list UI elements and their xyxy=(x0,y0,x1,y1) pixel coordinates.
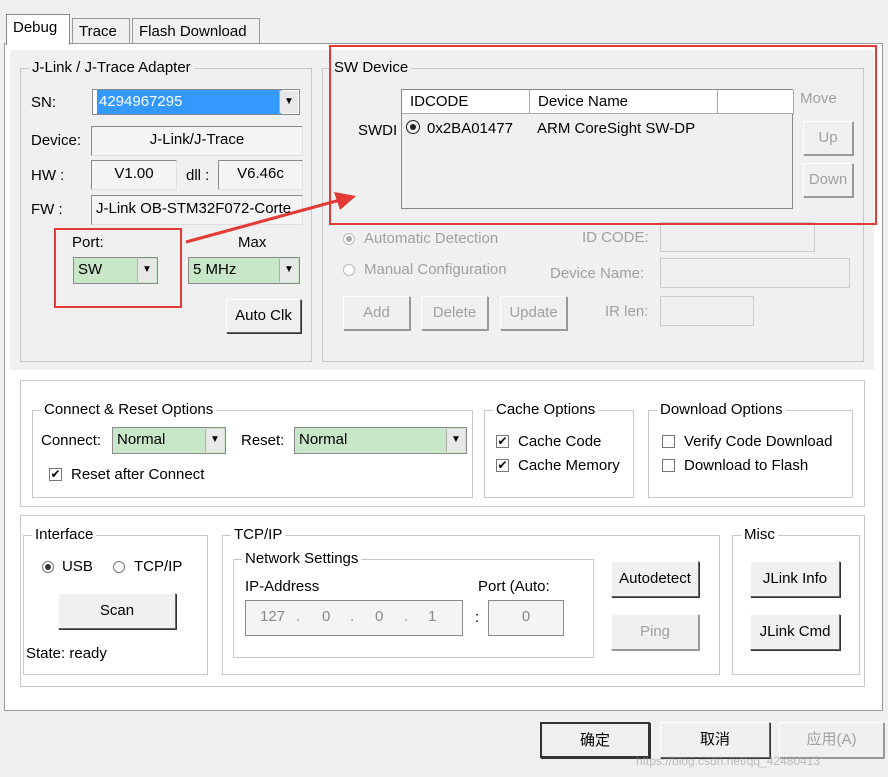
device-name-label: Device Name: xyxy=(550,265,645,282)
cache-code-label: Cache Code xyxy=(518,433,602,450)
ir-len-label: IR len: xyxy=(605,303,649,320)
download-options-group: Download Options xyxy=(648,401,853,498)
delete-button[interactable]: Delete xyxy=(421,296,488,330)
update-button[interactable]: Update xyxy=(500,296,567,330)
ping-button[interactable]: Ping xyxy=(611,614,699,650)
reset-label: Reset: xyxy=(241,432,285,449)
watermark: https://blog.csdn.net/qq_42480413 xyxy=(636,754,821,768)
reset-after-connect-checkbox[interactable]: ✔ xyxy=(49,468,62,481)
network-settings-title: Network Settings xyxy=(242,550,362,568)
add-button[interactable]: Add xyxy=(343,296,410,330)
port-separator: : xyxy=(475,609,480,626)
device-field: J-Link/J-Trace xyxy=(91,126,303,156)
usb-label: USB xyxy=(62,558,93,575)
ip-octet-4: 1 xyxy=(428,608,437,625)
highlight-arrow-icon xyxy=(185,192,356,244)
auto-clk-button[interactable]: Auto Clk xyxy=(226,299,301,333)
autodetect-button[interactable]: Autodetect xyxy=(611,561,699,597)
hw-field: V1.00 xyxy=(91,160,177,190)
sn-select[interactable]: 4294967295 ▼ xyxy=(92,89,300,115)
scan-button[interactable]: Scan xyxy=(58,593,176,629)
reset-select[interactable]: Normal ▼ xyxy=(294,427,467,454)
id-code-input[interactable] xyxy=(660,222,815,252)
id-code-label: ID CODE: xyxy=(582,229,649,246)
tab-debug[interactable]: Debug xyxy=(6,14,70,45)
port-input[interactable]: 0 xyxy=(488,600,564,636)
chevron-down-icon: ▼ xyxy=(279,259,298,282)
chevron-down-icon: ▼ xyxy=(205,429,224,452)
ip-octet-1: 127 xyxy=(260,608,286,625)
reset-after-connect-label: Reset after Connect xyxy=(71,466,205,483)
tcpip-label: TCP/IP xyxy=(134,558,183,575)
jlink-cmd-button[interactable]: JLink Cmd xyxy=(750,614,840,650)
tcpip-radio[interactable] xyxy=(113,561,125,573)
dll-label: dll : xyxy=(186,167,210,184)
ok-button[interactable]: 确定 xyxy=(540,722,650,758)
cache-code-checkbox[interactable]: ✔ xyxy=(496,435,509,448)
ip-dot: . xyxy=(296,608,301,625)
download-to-flash-checkbox[interactable] xyxy=(662,459,675,472)
highlight-sw-device-box xyxy=(329,45,877,225)
chevron-down-icon: ▼ xyxy=(279,91,298,113)
usb-radio[interactable] xyxy=(42,561,54,573)
max-clock-value: 5 MHz xyxy=(193,261,237,278)
interface-title: Interface xyxy=(32,526,97,544)
fw-label: FW : xyxy=(31,201,63,218)
hw-label: HW : xyxy=(31,167,65,184)
sn-label: SN: xyxy=(31,94,57,111)
highlight-port-box xyxy=(54,228,182,308)
reset-value: Normal xyxy=(299,431,348,448)
state-label: State: ready xyxy=(26,645,107,662)
device-name-input[interactable] xyxy=(660,258,850,288)
automatic-detection-label: Automatic Detection xyxy=(364,230,499,247)
chevron-down-icon: ▼ xyxy=(446,429,465,452)
cache-options-title: Cache Options xyxy=(493,401,599,419)
port-auto-label: Port (Auto: xyxy=(478,578,550,595)
ip-dot: . xyxy=(350,608,355,625)
connect-reset-title: Connect & Reset Options xyxy=(41,401,217,419)
verify-code-download-label: Verify Code Download xyxy=(684,433,833,450)
cache-memory-label: Cache Memory xyxy=(518,457,620,474)
ip-octet-3: 0 xyxy=(375,608,384,625)
verify-code-download-checkbox[interactable] xyxy=(662,435,675,448)
dll-field: V6.46c xyxy=(218,160,303,190)
ip-dot: . xyxy=(404,608,409,625)
connect-select[interactable]: Normal ▼ xyxy=(112,427,226,454)
jlink-info-button[interactable]: JLink Info xyxy=(750,561,840,597)
ir-len-input[interactable] xyxy=(660,296,754,326)
manual-configuration-label: Manual Configuration xyxy=(364,261,507,278)
tcpip-title: TCP/IP xyxy=(231,526,286,544)
connect-reset-group: Connect & Reset Options xyxy=(32,401,473,498)
device-label: Device: xyxy=(31,132,82,149)
download-options-title: Download Options xyxy=(657,401,786,419)
connect-value: Normal xyxy=(117,431,166,448)
ip-address-input[interactable]: 127 . 0 . 0 . 1 xyxy=(245,600,463,636)
connect-label: Connect: xyxy=(41,432,102,449)
max-clock-select[interactable]: 5 MHz ▼ xyxy=(188,257,300,284)
ip-address-label: IP-Address xyxy=(245,578,320,595)
sn-value: 4294967295 xyxy=(97,90,281,114)
ip-octet-2: 0 xyxy=(322,608,331,625)
tab-flash-download[interactable]: Flash Download xyxy=(132,18,260,44)
download-to-flash-label: Download to Flash xyxy=(684,457,809,474)
adapter-group-title: J-Link / J-Trace Adapter xyxy=(29,59,194,77)
misc-title: Misc xyxy=(741,526,778,544)
misc-group: Misc xyxy=(732,526,860,675)
tab-trace[interactable]: Trace xyxy=(72,18,130,44)
manual-configuration-radio[interactable] xyxy=(343,264,355,276)
cache-options-group: Cache Options xyxy=(484,401,634,498)
cache-memory-checkbox[interactable]: ✔ xyxy=(496,459,509,472)
